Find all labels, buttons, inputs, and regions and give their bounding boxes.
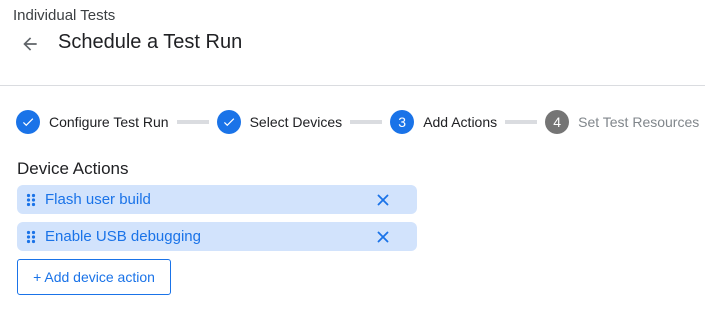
device-actions-title: Device Actions <box>17 159 129 178</box>
device-action-label: Enable USB debugging <box>45 228 201 245</box>
remove-action-button[interactable] <box>372 226 394 248</box>
step-connector <box>350 120 383 124</box>
step-label: Select Devices <box>249 114 343 130</box>
check-icon <box>22 118 34 127</box>
device-action-label: Flash user build <box>45 191 151 208</box>
schedule-test-run-page: Individual Tests Schedule a Test Run Con… <box>0 0 705 310</box>
drag-handle-icon[interactable] <box>26 193 36 207</box>
step-complete-indicator <box>216 110 241 134</box>
device-action-item[interactable]: Flash user build <box>17 185 417 214</box>
step-number-indicator: 4 <box>545 110 570 134</box>
step-complete-indicator <box>16 110 40 134</box>
arrow-back-icon <box>23 37 37 51</box>
step-connector <box>176 120 209 124</box>
breadcrumb[interactable]: Individual Tests <box>13 7 115 24</box>
page-title: Schedule a Test Run <box>58 31 243 53</box>
close-icon <box>377 194 389 205</box>
step-number-indicator: 3 <box>390 110 415 134</box>
remove-action-button[interactable] <box>372 189 394 211</box>
add-device-action-button[interactable]: + Add device action <box>17 259 171 295</box>
step-label: Configure Test Run <box>49 114 169 130</box>
stepper: Configure Test Run Select Devices 3 Add … <box>16 109 699 135</box>
step-add-actions[interactable]: 3 Add Actions <box>390 110 497 134</box>
step-label: Add Actions <box>423 114 498 130</box>
drag-handle-icon[interactable] <box>26 230 36 244</box>
device-action-item[interactable]: Enable USB debugging <box>17 222 417 251</box>
step-configure-test-run[interactable]: Configure Test Run <box>16 110 169 134</box>
step-label: Set Test Resources <box>578 114 700 130</box>
step-select-devices[interactable]: Select Devices <box>216 110 343 134</box>
header-divider <box>0 85 705 86</box>
step-set-test-resources[interactable]: 4 Set Test Resources <box>545 110 699 134</box>
back-button[interactable] <box>16 30 44 58</box>
check-icon <box>223 118 234 127</box>
step-connector <box>505 120 538 124</box>
close-icon <box>377 231 389 242</box>
